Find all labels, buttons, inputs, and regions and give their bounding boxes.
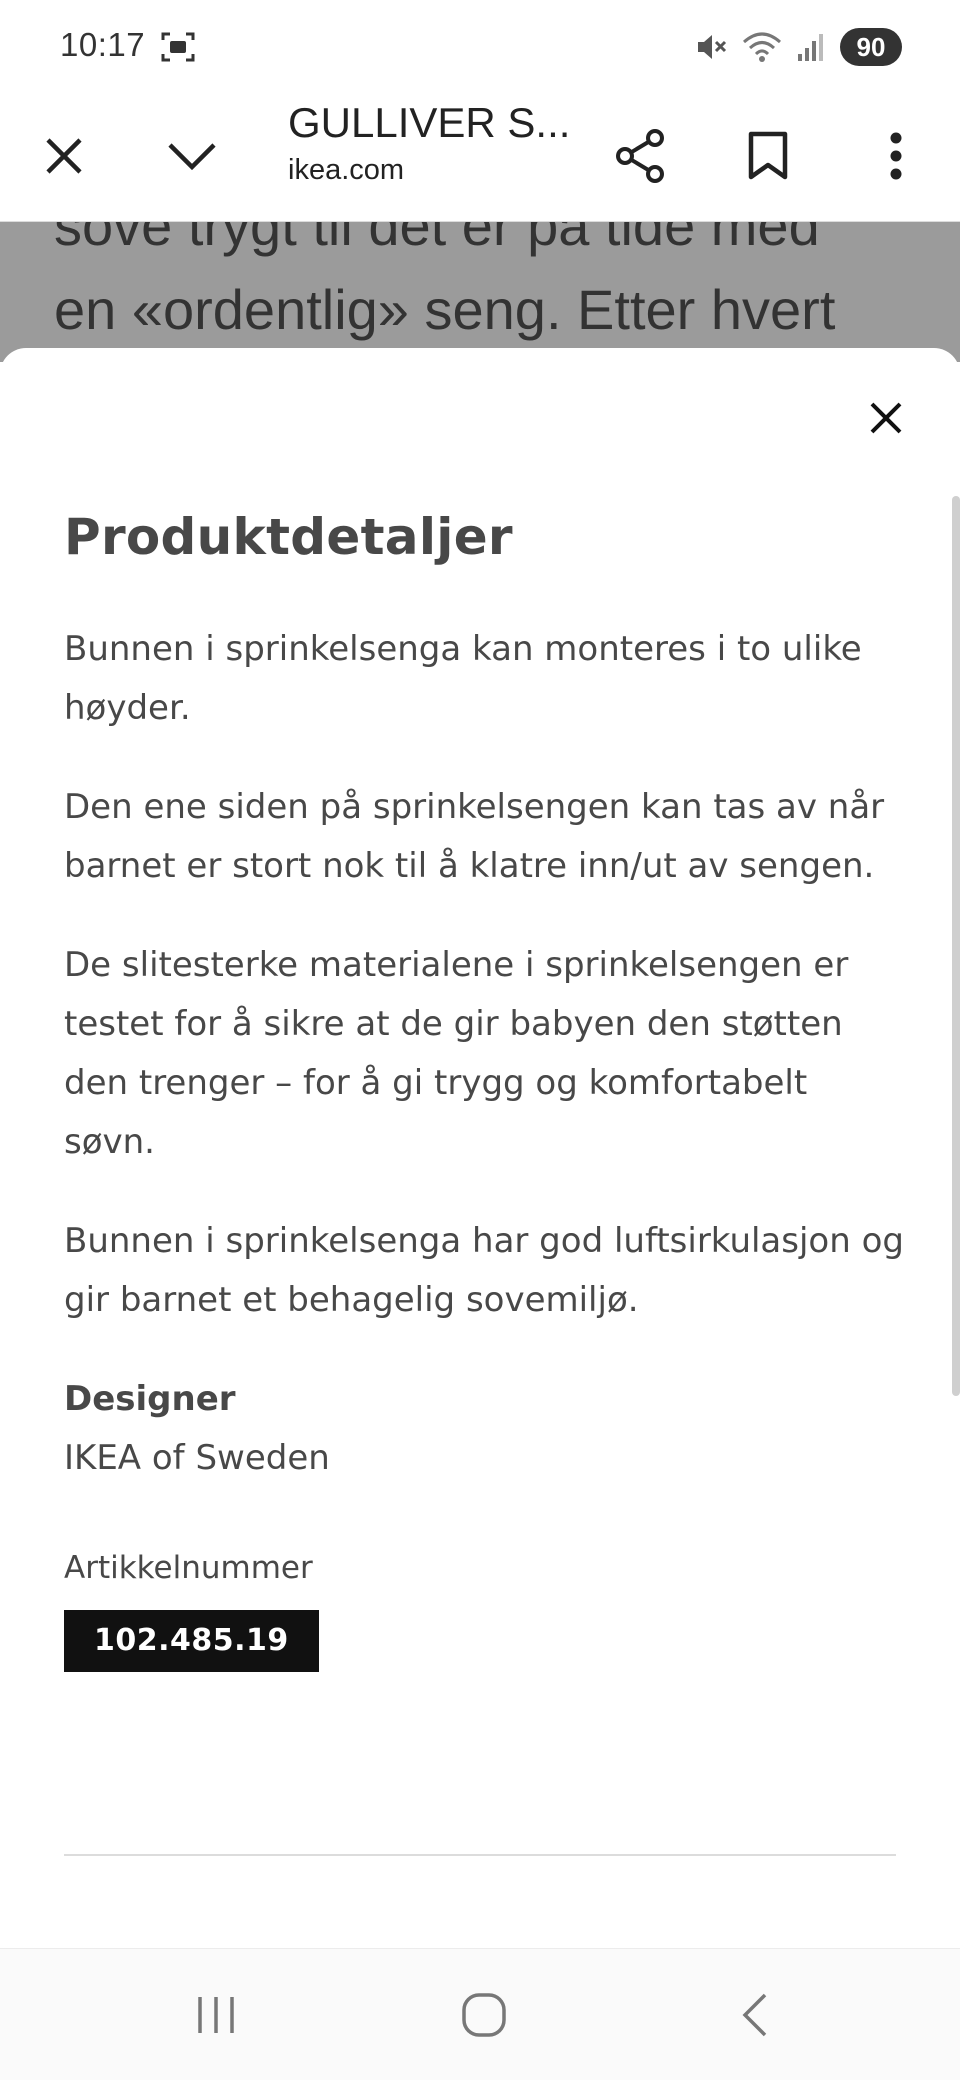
scrollbar[interactable] [952,496,960,1396]
article-number-badge: 102.485.19 [64,1610,319,1672]
product-details-sheet: Produktdetaljer Bunnen i sprinkelsenga k… [0,348,960,1948]
status-time: 10:17 [60,26,146,63]
more-icon [890,132,902,180]
background-text-line: en «ordentlig» seng. Etter hvert [54,278,836,341]
back-icon [742,1993,767,2037]
recent-apps-icon [198,1997,234,2033]
background-text-line: sove trygt til det er på tide med [54,222,820,257]
battery-level: 90 [840,28,902,66]
section-divider [64,1854,896,1856]
designer-label: Designer [64,1379,236,1419]
screenshot-icon [160,30,196,64]
signal-icon [796,32,826,62]
back-button[interactable] [706,1975,802,2055]
close-tab-button[interactable] [24,116,104,196]
bookmark-icon [748,131,788,180]
minimize-button[interactable] [152,116,232,196]
detail-paragraph: Bunnen i sprinkelsenga har god luftsirku… [64,1221,904,1320]
page-url: ikea.com [288,154,405,187]
home-button[interactable] [436,1975,532,2055]
detail-paragraph: Bunnen i sprinkelsenga kan monteres i to… [64,629,862,728]
home-icon [462,1993,506,2037]
status-bar: 10:17 90 [0,0,960,92]
chevron-down-icon [168,143,216,171]
bookmark-button[interactable] [728,116,808,196]
browser-toolbar: GULLIVER S... ikea.com [0,92,960,222]
close-icon [870,402,902,434]
sheet-title: Produktdetaljer [64,508,513,566]
close-icon [46,138,82,174]
wifi-icon [742,30,782,64]
detail-paragraph: Den ene siden på sprinkelsengen kan tas … [64,787,885,886]
sheet-close-button[interactable] [856,388,916,448]
system-nav-bar [0,1948,960,2080]
status-icons: 90 [694,26,902,68]
detail-paragraph: De slitesterke materialene i sprinkelsen… [64,945,849,1162]
more-options-button[interactable] [856,116,936,196]
share-icon [616,129,664,183]
mute-icon [694,30,728,64]
sheet-content: Produktdetaljer Bunnen i sprinkelsenga k… [64,508,904,1672]
page-title-block: GULLIVER S... ikea.com [288,98,578,187]
designer-value: IKEA of Sweden [64,1438,330,1478]
article-number-label: Artikkelnummer [64,1550,313,1586]
recent-apps-button[interactable] [168,1975,264,2055]
share-button[interactable] [600,116,680,196]
page-title: GULLIVER S... [288,99,571,146]
background-page-overlay[interactable]: sove trygt til det er på tide med en «or… [0,222,960,362]
